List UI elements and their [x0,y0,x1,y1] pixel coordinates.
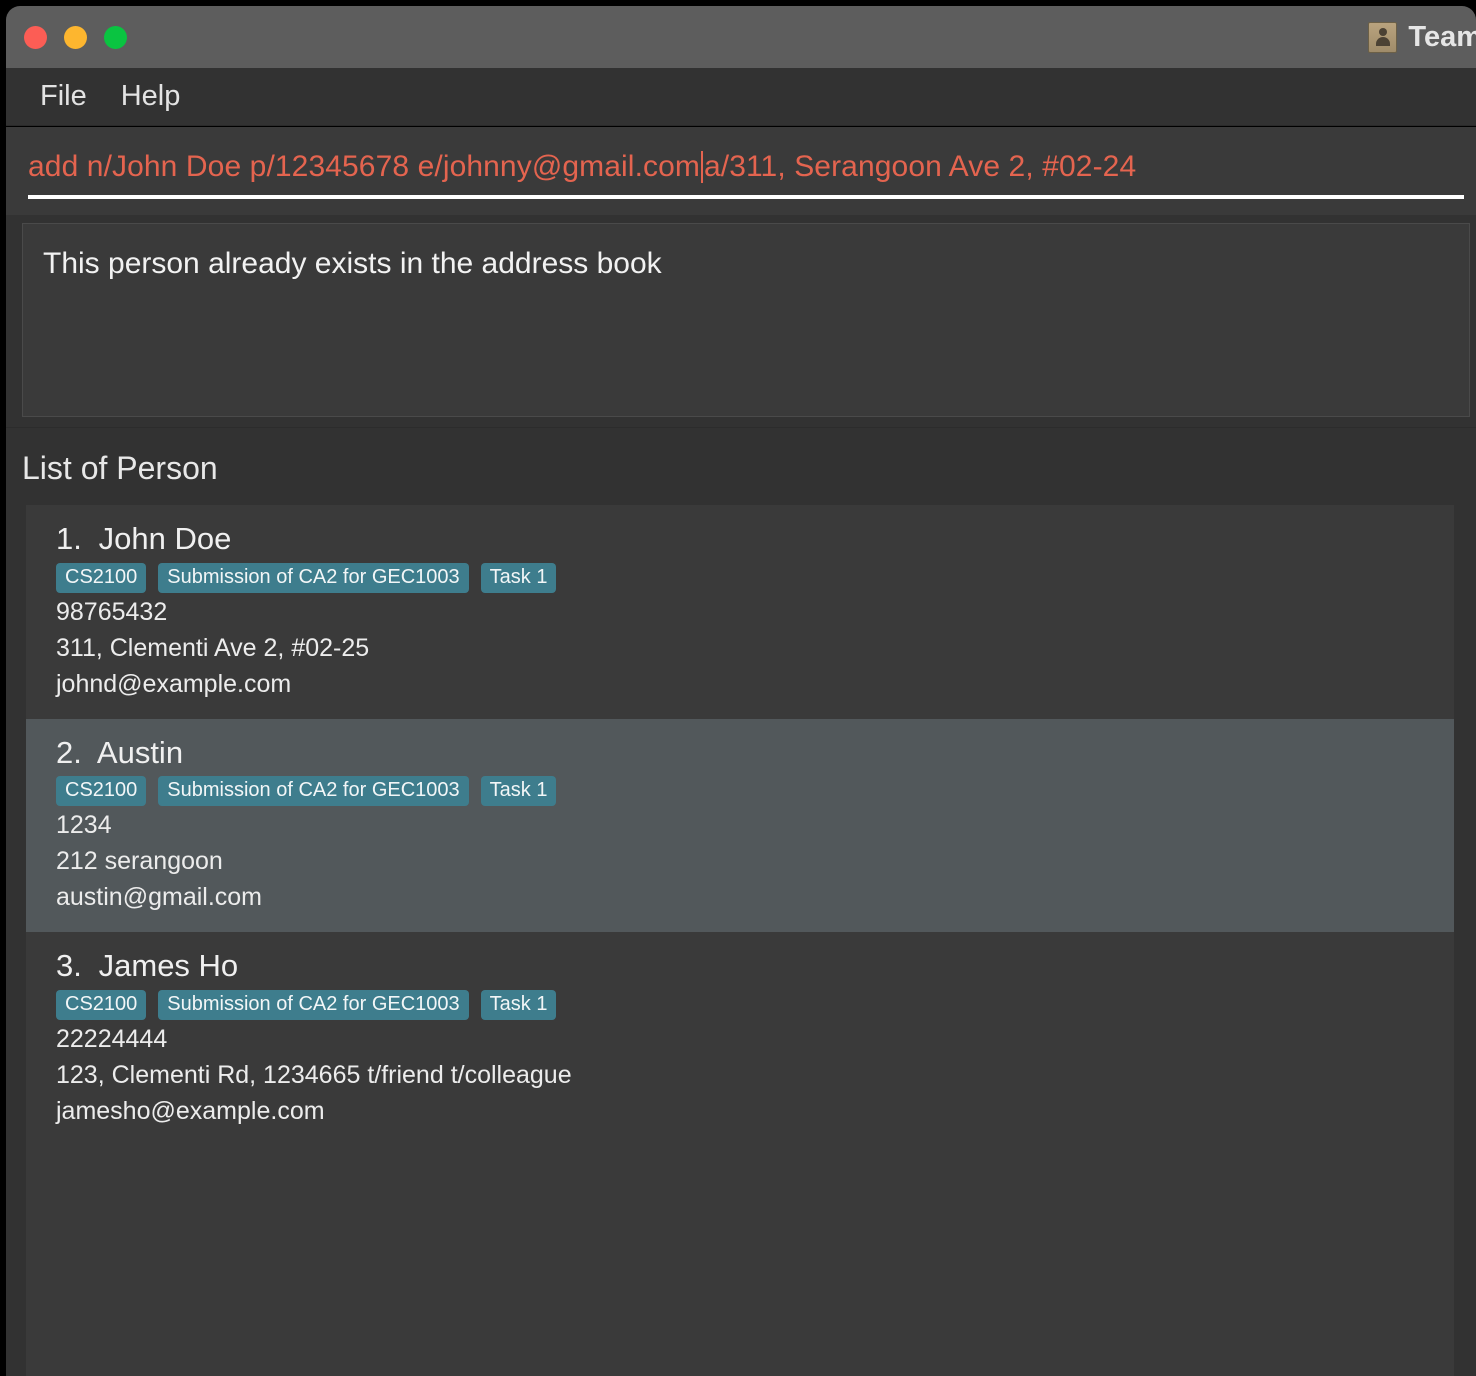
person-list[interactable]: 1. John Doe CS2100 Submission of CA2 for G… [26,505,1454,1376]
person-name: 3. James Ho [56,948,1454,984]
person-index: 2. [56,734,82,770]
person-name-text: Austin [96,734,184,770]
window-title-area: Team [1368,6,1476,68]
person-tag: Task 1 [480,776,557,807]
person-tag-row: CS2100 Submission of CA2 for GEC1003 Task … [56,776,1454,807]
person-card[interactable]: 3. James Ho CS2100 Submission of CA2 for G… [26,932,1454,1146]
command-box-region: add n/John Doe p/12345678 e/johnny@gmail… [6,127,1476,215]
person-name: 2. Austin [56,735,1454,771]
person-tag: Submission of CA2 for GEC1003 [158,562,469,593]
person-address: 212 serangoon [56,847,223,876]
person-card[interactable]: 2. Austin CS2100 Submission of CA2 for GEC… [26,718,1454,933]
title-bar: Team [6,6,1476,68]
command-text-before-caret: add n/John Doe p/12345678 e/johnny@gmail… [28,150,700,183]
menu-bar: File Help [6,68,1476,126]
person-index: 1. [56,521,82,556]
person-tag: Submission of CA2 for GEC1003 [158,776,469,807]
person-phone: 22224444 [56,1024,168,1053]
person-list-title: List of Person [22,450,218,486]
address-book-icon [1368,21,1398,53]
person-name-text: John Doe [98,521,232,556]
person-tag: Task 1 [480,562,557,593]
person-address: 123, Clementi Rd, 1234665 t/friend t/col… [56,1060,572,1089]
text-caret [700,151,703,183]
result-display-region: This person already exists in the addres… [6,215,1476,427]
person-email: jamesho@example.com [56,1096,325,1125]
person-name: 1. John Doe [56,521,1454,557]
result-message: This person already exists in the addres… [43,247,662,280]
person-email: austin@gmail.com [56,883,263,912]
person-tag: CS2100 [56,989,147,1020]
person-phone: 1234 [56,811,112,840]
command-text-after-caret: a/311, Serangoon Ave 2, #02-24 [703,150,1137,183]
person-email: johnd@example.com [56,669,292,698]
person-card[interactable]: 1. John Doe CS2100 Submission of CA2 for G… [26,505,1454,719]
menu-item-file[interactable]: File [26,82,101,111]
person-index: 3. [56,948,82,984]
person-tag: Submission of CA2 for GEC1003 [158,989,469,1020]
minimize-window-button[interactable] [64,25,87,49]
person-tag: Task 1 [480,989,557,1020]
person-tag-row: CS2100 Submission of CA2 for GEC1003 Task … [56,989,1454,1020]
person-tag: CS2100 [56,562,147,593]
person-address: 311, Clementi Ave 2, #02-25 [56,633,370,662]
person-phone: 98765432 [56,597,168,626]
close-window-button[interactable] [24,25,47,49]
person-tag-row: CS2100 Submission of CA2 for GEC1003 Task … [56,562,1454,593]
person-tag: CS2100 [56,776,147,807]
menu-item-help[interactable]: Help [107,82,195,111]
window-controls [24,25,127,49]
application-window: Team File Help add n/John Doe p/12345678… [0,0,1476,1376]
person-name-text: James Ho [98,948,239,984]
result-display-box: This person already exists in the addres… [22,223,1470,417]
maximize-window-button[interactable] [104,25,127,49]
person-list-region: List of Person 1. John Doe CS2100 Submissi… [6,427,1476,1376]
window-title: Team [1408,20,1476,53]
command-input[interactable]: add n/John Doe p/12345678 e/johnny@gmail… [28,139,1464,199]
